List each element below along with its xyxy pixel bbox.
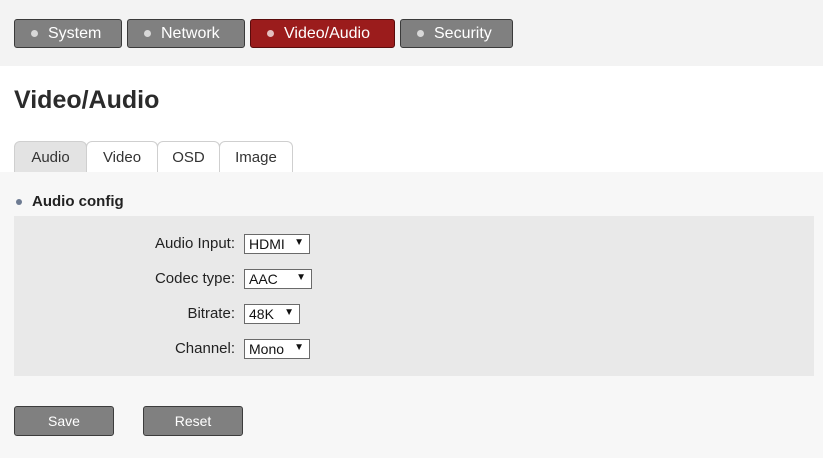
- dropdown-arrow-icon: ▼: [296, 272, 306, 283]
- codec-type-select[interactable]: AAC ▼: [244, 269, 312, 289]
- channel-label: Channel:: [174, 340, 235, 357]
- save-button[interactable]: Save: [14, 406, 114, 436]
- nav-security-label: Security: [434, 24, 492, 42]
- section-title: Audio config: [32, 193, 124, 210]
- tab-audio-label: Audio: [31, 148, 70, 166]
- tab-image-label: Image: [235, 148, 277, 166]
- channel-select[interactable]: Mono ▼: [244, 339, 310, 359]
- tab-osd-label: OSD: [172, 148, 205, 166]
- page-title: Video/Audio: [14, 86, 160, 114]
- bitrate-value: 48K: [249, 306, 274, 322]
- nav-network-button[interactable]: Network: [127, 19, 245, 48]
- tab-video[interactable]: Video: [86, 141, 158, 172]
- section-header: Audio config: [16, 193, 124, 210]
- tab-osd[interactable]: OSD: [157, 141, 220, 172]
- codec-type-label: Codec type:: [154, 270, 235, 287]
- nav-video-audio-label: Video/Audio: [284, 24, 370, 42]
- nav-system-button[interactable]: System: [14, 19, 122, 48]
- bullet-icon: [267, 30, 274, 37]
- tab-video-label: Video: [102, 148, 142, 166]
- bullet-icon: [16, 198, 22, 205]
- nav-video-audio-button[interactable]: Video/Audio: [250, 19, 395, 48]
- audio-config-panel: [14, 216, 814, 376]
- dropdown-arrow-icon: ▼: [294, 237, 304, 248]
- bullet-icon: [144, 30, 151, 37]
- nav-security-button[interactable]: Security: [400, 19, 513, 48]
- bullet-icon: [417, 30, 424, 37]
- bitrate-select[interactable]: 48K ▼: [244, 304, 300, 324]
- tab-audio[interactable]: Audio: [14, 141, 87, 172]
- dropdown-arrow-icon: ▼: [284, 307, 294, 318]
- dropdown-arrow-icon: ▼: [294, 342, 304, 353]
- reset-button[interactable]: Reset: [143, 406, 243, 436]
- tab-image[interactable]: Image: [219, 141, 293, 172]
- bullet-icon: [31, 30, 38, 37]
- nav-network-label: Network: [161, 24, 220, 42]
- audio-input-select[interactable]: HDMI ▼: [244, 234, 310, 254]
- nav-system-label: System: [48, 24, 102, 42]
- audio-input-label: Audio Input:: [154, 235, 235, 252]
- bitrate-label: Bitrate:: [187, 305, 235, 322]
- channel-value: Mono: [249, 341, 285, 357]
- codec-type-value: AAC: [249, 271, 278, 287]
- audio-input-value: HDMI: [249, 236, 285, 252]
